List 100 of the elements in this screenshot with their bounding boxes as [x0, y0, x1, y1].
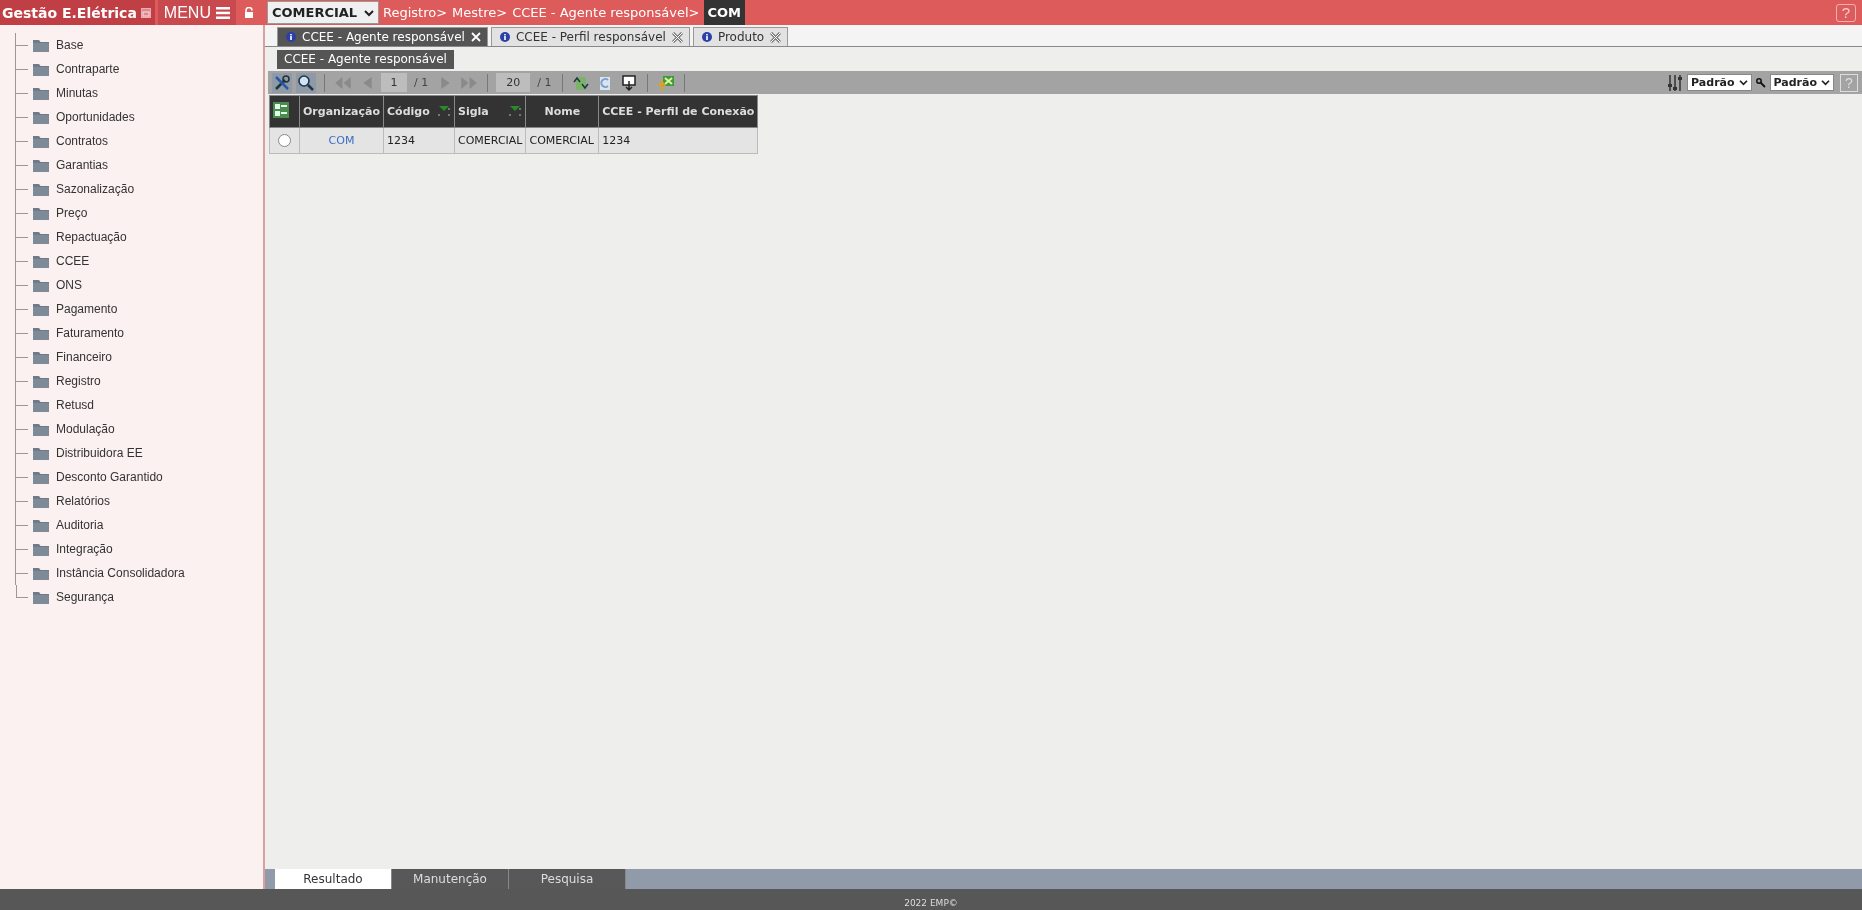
folder-icon [33, 446, 49, 460]
folder-icon [33, 254, 49, 268]
tree-item[interactable]: Integração [56, 542, 113, 556]
first-page-icon [335, 76, 351, 89]
tab[interactable]: CCEE - Perfil responsável [490, 27, 690, 46]
tree-item[interactable]: ONS [56, 278, 82, 292]
folder-icon [33, 38, 49, 52]
column-header[interactable]: Código [383, 95, 455, 128]
folder-icon [33, 110, 49, 124]
layout-select[interactable]: Padrão [1687, 74, 1752, 91]
tree-item[interactable]: Modulação [56, 422, 115, 436]
close-icon[interactable] [671, 31, 683, 43]
folder-icon [33, 422, 49, 436]
folder-icon [33, 62, 49, 76]
breadcrumb-link[interactable]: Registro> [383, 5, 448, 20]
window-icon[interactable] [140, 7, 151, 18]
info-icon [286, 32, 296, 42]
tree-item[interactable]: Segurança [56, 590, 115, 604]
tree-item[interactable]: CCEE [56, 254, 90, 268]
chevron-down-icon [1738, 79, 1748, 86]
info-icon [499, 32, 510, 42]
filter-select[interactable]: Padrão [1769, 74, 1834, 91]
column-header[interactable]: Sigla [454, 95, 526, 128]
tree-item[interactable]: Oportunidades [56, 110, 135, 124]
tree-item[interactable]: Pagamento [56, 302, 118, 316]
tree-item[interactable]: Sazonalização [56, 182, 135, 196]
tab[interactable]: CCEE - Agente responsável [277, 27, 488, 46]
table-cell: COMERCIAL [525, 127, 599, 154]
folder-icon [33, 374, 49, 388]
lock-icon[interactable] [243, 6, 254, 19]
folder-icon [33, 494, 49, 508]
chevron-down-icon [1821, 79, 1830, 86]
sliders-icon[interactable] [1667, 73, 1684, 92]
folder-icon [33, 590, 49, 604]
tree-item[interactable]: Contraparte [56, 62, 120, 76]
table-cell: COMERCIAL [454, 127, 526, 154]
close-icon[interactable] [770, 31, 782, 43]
column-header[interactable]: CCEE - Perfil de Conexão [598, 95, 758, 128]
column-header[interactable]: Nome [525, 95, 599, 128]
next-page-icon [440, 76, 450, 89]
tools-button[interactable] [272, 72, 292, 93]
last-page-icon [461, 76, 478, 89]
folder-icon [33, 542, 49, 556]
tree-item[interactable]: Repactuação [56, 230, 127, 244]
folder-icon [33, 158, 49, 172]
chevron-down-icon [364, 8, 374, 17]
tree-item[interactable]: Instância Consolidadora [56, 566, 185, 580]
tree-item[interactable]: Garantias [56, 158, 109, 172]
company-select[interactable]: COMERCIAL [267, 1, 379, 24]
tree-item[interactable]: Retusd [56, 398, 95, 412]
folder-icon [33, 134, 49, 148]
breadcrumb-link[interactable]: Mestre> [452, 5, 508, 20]
sort-icon[interactable] [508, 104, 523, 119]
tree-item[interactable]: Auditoria [56, 518, 104, 532]
breadcrumb-current: COM [703, 0, 746, 25]
tree-item[interactable]: Base [56, 38, 84, 52]
column-header[interactable]: Organização [299, 95, 384, 128]
tree-item[interactable]: Relatórios [56, 494, 111, 508]
search-button[interactable] [296, 72, 316, 93]
spreadsheet-export-icon [657, 73, 676, 92]
size-total: / 1 [537, 76, 552, 89]
sort-icon[interactable] [437, 104, 451, 119]
tab[interactable]: Resultado [275, 869, 392, 889]
tools-icon [273, 73, 291, 92]
breadcrumb-link[interactable]: CCEE - Agente responsável> [512, 5, 700, 20]
previous-page-icon [362, 76, 372, 89]
folder-icon [33, 230, 49, 244]
page-total: / 1 [414, 76, 429, 89]
tree-item[interactable]: Financeiro [56, 350, 113, 364]
tab[interactable]: Manutenção [392, 869, 509, 889]
menu-button[interactable]: MENU [157, 0, 236, 25]
page-field[interactable]: 1 [381, 73, 407, 92]
page-size-field[interactable]: 20 [496, 73, 531, 92]
folder-icon [33, 470, 49, 484]
tree-item[interactable]: Preço [56, 206, 88, 220]
tree-item[interactable]: Contratos [56, 134, 109, 148]
folder-icon [33, 182, 49, 196]
download-icon [620, 73, 639, 92]
folder-icon [33, 350, 49, 364]
table-link[interactable]: COM [299, 127, 384, 154]
tab[interactable]: Produto [692, 27, 789, 46]
folder-icon [33, 206, 49, 220]
table-cell: 1234 [383, 127, 455, 154]
tab[interactable]: Pesquisa [509, 869, 626, 889]
folder-icon [33, 326, 49, 340]
table-cell: 1234 [598, 127, 758, 154]
folder-icon [33, 518, 49, 532]
tree-item[interactable]: Minutas [56, 86, 99, 100]
folder-icon [33, 278, 49, 292]
tree-item[interactable]: Distribuidora EE [56, 446, 143, 460]
tree-item[interactable]: Registro [56, 374, 101, 388]
column-chooser-icon[interactable] [273, 102, 289, 118]
search-icon [297, 73, 315, 92]
copyright-text: 2022 EMP© [904, 898, 958, 908]
tree-item[interactable]: Faturamento [56, 326, 125, 340]
menu-icon [215, 6, 230, 19]
radio-button[interactable] [278, 134, 291, 147]
app-title: Gestão E.Elétrica [0, 0, 155, 25]
tree-item[interactable]: Desconto Garantido [56, 470, 163, 484]
folder-icon [33, 398, 49, 412]
